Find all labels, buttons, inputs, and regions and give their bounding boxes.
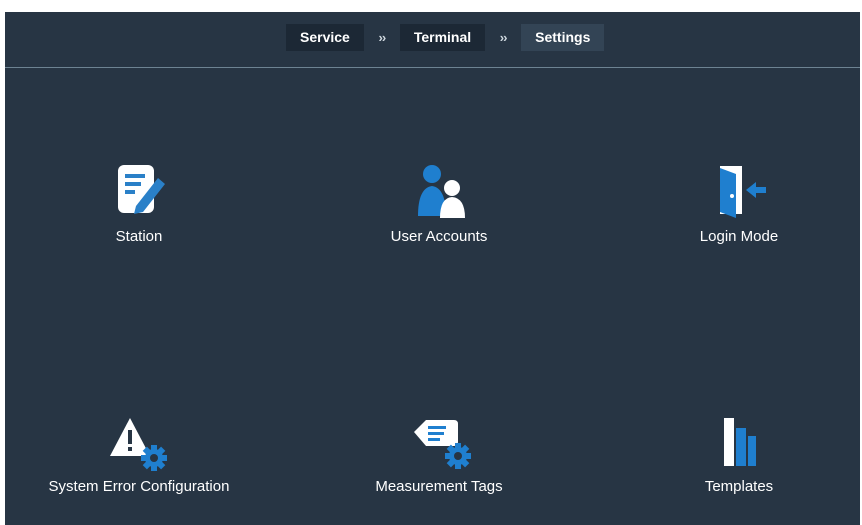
- tile-station-label: Station: [115, 228, 163, 245]
- breadcrumb-terminal[interactable]: Terminal: [399, 24, 486, 51]
- tile-system-error-configuration[interactable]: System Error Configuration: [9, 412, 269, 495]
- tile-user-accounts[interactable]: User Accounts: [309, 162, 569, 245]
- templates-bars-icon: [724, 418, 756, 466]
- settings-panel: Service ›› Terminal ›› Settings Station …: [5, 12, 860, 525]
- tile-templates[interactable]: Templates: [609, 412, 862, 495]
- warning-gear-icon: [110, 418, 167, 471]
- tile-templates-label: Templates: [704, 478, 774, 495]
- tile-login-mode[interactable]: Login Mode: [609, 162, 862, 245]
- breadcrumb-bar: Service ›› Terminal ›› Settings: [5, 12, 860, 68]
- user-accounts-icon: [418, 165, 465, 218]
- tile-measurement-tags-label: Measurement Tags: [375, 478, 503, 495]
- tile-system-error-configuration-label: System Error Configuration: [48, 478, 230, 495]
- breadcrumb-separator-icon: ››: [499, 30, 508, 45]
- tile-login-mode-label: Login Mode: [699, 228, 779, 245]
- tile-user-accounts-label: User Accounts: [390, 228, 488, 245]
- breadcrumb: Service ›› Terminal ›› Settings: [286, 24, 605, 51]
- tile-station[interactable]: Station: [9, 162, 269, 245]
- station-edit-icon: [118, 165, 165, 214]
- login-door-icon: [720, 166, 766, 218]
- breadcrumb-service[interactable]: Service: [286, 24, 364, 51]
- tag-gear-icon: [414, 420, 471, 469]
- breadcrumb-settings: Settings: [521, 24, 605, 51]
- breadcrumb-separator-icon: ››: [378, 30, 386, 45]
- tile-measurement-tags[interactable]: Measurement Tags: [309, 412, 569, 495]
